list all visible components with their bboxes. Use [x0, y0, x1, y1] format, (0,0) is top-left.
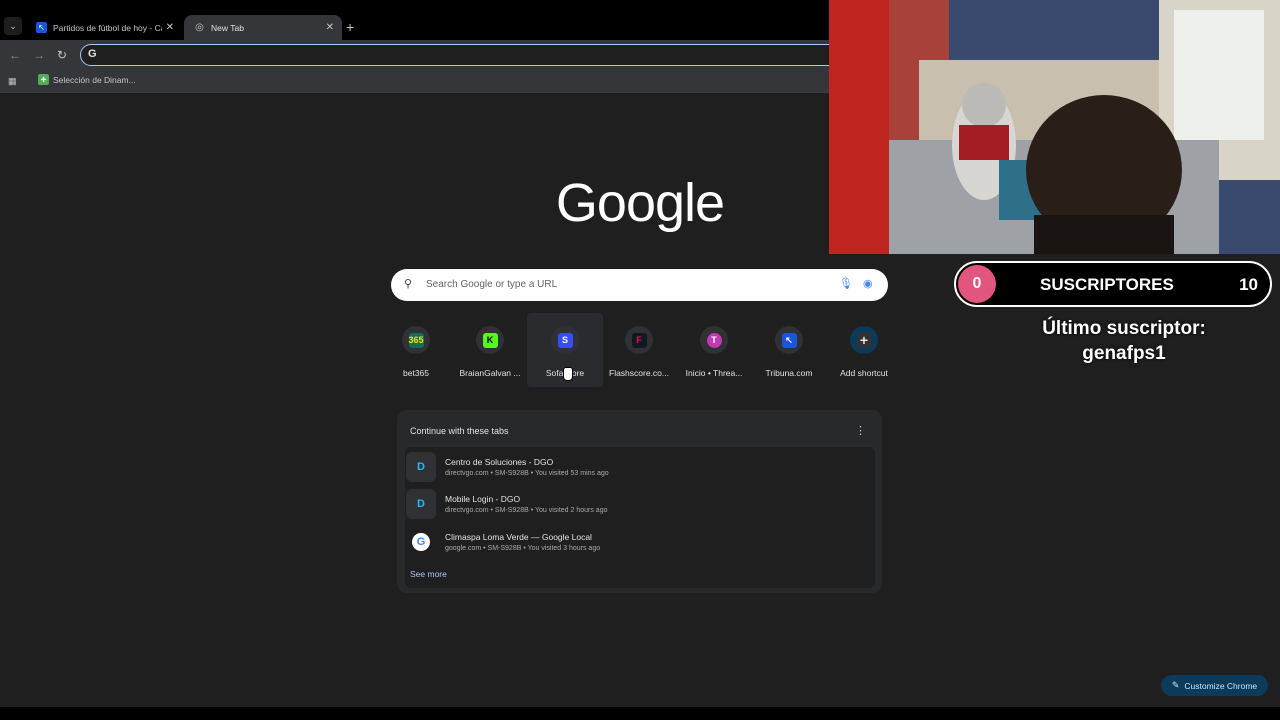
bookmark-favicon-icon: ✚: [38, 74, 49, 85]
shortcut-label: bet365: [403, 368, 429, 378]
shortcut-label: Tribuna.com: [765, 368, 813, 378]
continue-tabs-card: Continue with these tabs ⋮ See more D Cen…: [397, 410, 882, 593]
tribuna-favicon-icon: ↖: [36, 22, 47, 33]
customize-chrome-button[interactable]: ✎ Customize Chrome: [1161, 675, 1268, 696]
shortcut-circle: K: [476, 326, 504, 354]
close-tab-icon[interactable]: ✕: [166, 22, 174, 33]
close-tab-icon[interactable]: ✕: [326, 22, 334, 33]
shortcut-tribuna[interactable]: ↖ Tribuna.com: [751, 313, 827, 387]
shortcut-circle: F: [625, 326, 653, 354]
google-lens-icon[interactable]: ◉: [863, 277, 873, 290]
continue-tab-title: Centro de Soluciones - DGO: [445, 457, 554, 467]
shortcut-label: Inicio • Threa...: [685, 368, 743, 378]
mouse-cursor: [563, 367, 573, 381]
apps-grid-icon[interactable]: ▦: [8, 76, 17, 86]
flashscore-icon: F: [631, 332, 647, 348]
tab-search-button[interactable]: ⌄: [4, 17, 22, 35]
continue-tab-subtitle: google.com • SM-S928B • You visited 3 ho…: [445, 545, 601, 552]
see-more-link[interactable]: See more: [410, 569, 447, 579]
subscriber-counter: 0 SUSCRIPTORES 10: [954, 261, 1272, 307]
kick-icon: K: [482, 332, 498, 348]
webcam-image: [829, 0, 1280, 254]
plus-icon: +: [856, 332, 872, 348]
continue-tab-title: Mobile Login - DGO: [445, 494, 521, 504]
card-title: Continue with these tabs: [410, 426, 509, 436]
subscriber-label: SUSCRIPTORES: [1040, 275, 1174, 294]
tab-new-tab[interactable]: ◎ New Tab ✕: [184, 15, 342, 40]
tab-title: New Tab: [211, 22, 244, 33]
dgo-icon: D: [406, 489, 436, 519]
bookmark-label: Selección de Dinam...: [53, 74, 136, 85]
last-subscriber-label: Último suscriptor:: [1042, 318, 1206, 339]
shortcut-circle: +: [850, 326, 878, 354]
shortcut-circle: S: [551, 326, 579, 354]
shortcut-circle: T: [700, 326, 728, 354]
microphone-icon[interactable]: 🎙: [839, 277, 853, 290]
reload-icon[interactable]: ↻: [57, 47, 67, 63]
search-icon: ⚲: [404, 278, 413, 290]
continue-tab-row[interactable]: D Mobile Login - DGO directvgo.com • SM-S9…: [405, 487, 875, 521]
back-arrow-icon[interactable]: ←: [9, 47, 21, 63]
shortcut-threads[interactable]: T Inicio • Threa...: [676, 313, 752, 387]
chrome-favicon-icon: ◎: [195, 22, 204, 33]
customize-label: Customize Chrome: [1184, 680, 1258, 691]
last-subscriber-name: genafps1: [1082, 343, 1166, 364]
shortcut-label: Add shortcut: [840, 368, 888, 378]
continue-tab-row[interactable]: G Climaspa Loma Verde — Google Local googl…: [405, 525, 875, 559]
shortcut-label: BraianGalvan ...: [459, 368, 521, 378]
chevron-down-icon: ⌄: [9, 20, 17, 31]
bookmark-seleccion[interactable]: ✚ Selección de Dinam...: [38, 74, 136, 85]
subscriber-current-badge: 0: [958, 265, 996, 303]
search-placeholder: Search Google or type a URL: [426, 279, 558, 290]
bet365-icon: 365: [408, 332, 424, 348]
shortcut-bet365[interactable]: 365 bet365: [378, 313, 454, 387]
new-tab-button[interactable]: +: [346, 18, 354, 36]
plus-icon: +: [346, 19, 355, 35]
tab-partidos[interactable]: ↖ Partidos de fútbol de hoy - Cal ✕: [26, 15, 182, 40]
google-icon: G: [412, 533, 430, 551]
shortcut-circle: ↖: [775, 326, 803, 354]
sofascore-icon: S: [557, 332, 573, 348]
shortcut-label: Flashscore.co...: [609, 368, 669, 378]
forward-arrow-icon[interactable]: →: [33, 47, 45, 63]
address-bar[interactable]: G: [80, 44, 840, 66]
shortcut-circle: 365: [402, 326, 430, 354]
continue-tab-subtitle: directvgo.com • SM-S928B • You visited 5…: [445, 470, 609, 477]
dgo-icon: D: [406, 452, 436, 482]
continue-tabs-list: See more D Centro de Soluciones - DGO dire…: [405, 447, 875, 588]
subscriber-goal: 10: [1239, 275, 1258, 294]
pencil-icon: ✎: [1171, 680, 1180, 690]
webcam-feed: [829, 0, 1280, 254]
google-icon: G: [88, 48, 97, 60]
continue-tab-row[interactable]: D Centro de Soluciones - DGO directvgo.com…: [405, 450, 875, 484]
threads-icon: T: [706, 332, 722, 348]
continue-tab-title: Climaspa Loma Verde — Google Local: [445, 532, 592, 542]
tab-title: Partidos de fútbol de hoy - Cal: [53, 22, 162, 33]
shortcut-flashscore[interactable]: F Flashscore.co...: [601, 313, 677, 387]
shortcut-kick[interactable]: K BraianGalvan ...: [452, 313, 528, 387]
shortcut-plus[interactable]: + Add shortcut: [826, 313, 902, 387]
search-box[interactable]: ⚲ Search Google or type a URL 🎙 ◉: [391, 269, 888, 301]
continue-tab-subtitle: directvgo.com • SM-S928B • You visited 2…: [445, 507, 608, 514]
more-vert-icon[interactable]: ⋮: [855, 424, 866, 437]
tribuna-icon: ↖: [781, 332, 797, 348]
